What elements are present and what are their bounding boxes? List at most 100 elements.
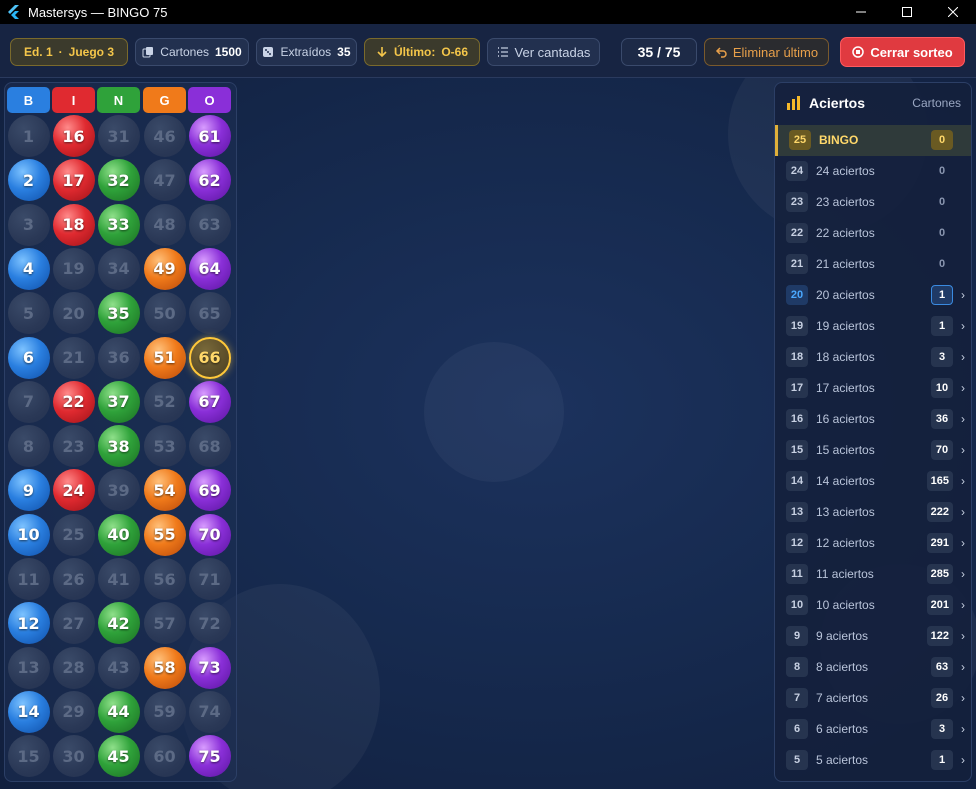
ball-67[interactable]: 67 bbox=[188, 380, 231, 423]
ball-48[interactable]: 48 bbox=[143, 203, 186, 246]
ball-40[interactable]: 40 bbox=[97, 513, 140, 556]
aciertos-row-5[interactable]: 5 5 aciertos 1 › bbox=[775, 745, 971, 776]
aciertos-row-12[interactable]: 12 12 aciertos 291 › bbox=[775, 528, 971, 559]
ball-32[interactable]: 32 bbox=[97, 159, 140, 202]
ball-60[interactable]: 60 bbox=[143, 735, 186, 778]
ball-14[interactable]: 14 bbox=[7, 690, 50, 733]
ball-66[interactable]: 66 bbox=[188, 336, 231, 379]
aciertos-header: Aciertos Cartones bbox=[775, 83, 971, 123]
aciertos-row-20[interactable]: 20 20 aciertos 1 › bbox=[775, 280, 971, 311]
cerrar-sorteo-button[interactable]: Cerrar sorteo bbox=[840, 37, 965, 67]
ball-43[interactable]: 43 bbox=[97, 646, 140, 689]
ball-28[interactable]: 28 bbox=[52, 646, 95, 689]
ball-73[interactable]: 73 bbox=[188, 646, 231, 689]
ball-10[interactable]: 10 bbox=[7, 513, 50, 556]
ball-1[interactable]: 1 bbox=[7, 115, 50, 157]
ball-46[interactable]: 46 bbox=[143, 115, 186, 157]
aciertos-row-16[interactable]: 16 16 aciertos 36 › bbox=[775, 404, 971, 435]
aciertos-row-17[interactable]: 17 17 aciertos 10 › bbox=[775, 373, 971, 404]
ball-56[interactable]: 56 bbox=[143, 558, 186, 600]
ball-53[interactable]: 53 bbox=[143, 425, 186, 468]
ball-42[interactable]: 42 bbox=[97, 602, 140, 645]
ball-69[interactable]: 69 bbox=[188, 469, 231, 512]
ball-36[interactable]: 36 bbox=[97, 336, 140, 379]
ball-75[interactable]: 75 bbox=[188, 735, 231, 778]
aciertos-row-15[interactable]: 15 15 aciertos 70 › bbox=[775, 435, 971, 466]
close-button[interactable] bbox=[930, 0, 976, 24]
ball-44[interactable]: 44 bbox=[97, 690, 140, 733]
minimize-button[interactable] bbox=[838, 0, 884, 24]
ball-35[interactable]: 35 bbox=[97, 292, 140, 335]
ball-15[interactable]: 15 bbox=[7, 735, 50, 778]
aciertos-row-13[interactable]: 13 13 aciertos 222 › bbox=[775, 497, 971, 528]
ball-27[interactable]: 27 bbox=[52, 602, 95, 645]
ball-7[interactable]: 7 bbox=[7, 380, 50, 423]
ball-25[interactable]: 25 bbox=[52, 513, 95, 556]
aciertos-row-9[interactable]: 9 9 aciertos 122 › bbox=[775, 621, 971, 652]
ball-12[interactable]: 12 bbox=[7, 602, 50, 645]
ball-19[interactable]: 19 bbox=[52, 247, 95, 290]
ball-72[interactable]: 72 bbox=[188, 602, 231, 645]
ball-47[interactable]: 47 bbox=[143, 159, 186, 202]
ball-30[interactable]: 30 bbox=[52, 735, 95, 778]
ball-16[interactable]: 16 bbox=[52, 115, 95, 157]
aciertos-row-11[interactable]: 11 11 aciertos 285 › bbox=[775, 559, 971, 590]
aciertos-row-8[interactable]: 8 8 aciertos 63 › bbox=[775, 652, 971, 683]
ball-18[interactable]: 18 bbox=[52, 203, 95, 246]
flutter-logo-icon bbox=[8, 5, 19, 19]
ball-9[interactable]: 9 bbox=[7, 469, 50, 512]
undo-icon bbox=[715, 47, 727, 58]
ball-23[interactable]: 23 bbox=[52, 425, 95, 468]
ball-8[interactable]: 8 bbox=[7, 425, 50, 468]
ball-45[interactable]: 45 bbox=[97, 735, 140, 778]
ball-71[interactable]: 71 bbox=[188, 558, 231, 600]
ball-2[interactable]: 2 bbox=[7, 159, 50, 202]
aciertos-row-18[interactable]: 18 18 aciertos 3 › bbox=[775, 342, 971, 373]
ball-57[interactable]: 57 bbox=[143, 602, 186, 645]
aciertos-row-14[interactable]: 14 14 aciertos 165 › bbox=[775, 466, 971, 497]
ball-54[interactable]: 54 bbox=[143, 469, 186, 512]
ball-63[interactable]: 63 bbox=[188, 203, 231, 246]
ball-74[interactable]: 74 bbox=[188, 690, 231, 733]
ball-5[interactable]: 5 bbox=[7, 292, 50, 335]
aciertos-row-6[interactable]: 6 6 aciertos 3 › bbox=[775, 714, 971, 745]
ball-34[interactable]: 34 bbox=[97, 247, 140, 290]
ball-31[interactable]: 31 bbox=[97, 115, 140, 157]
ball-33[interactable]: 33 bbox=[97, 203, 140, 246]
ball-41[interactable]: 41 bbox=[97, 558, 140, 600]
ball-17[interactable]: 17 bbox=[52, 159, 95, 202]
ball-64[interactable]: 64 bbox=[188, 247, 231, 290]
ball-29[interactable]: 29 bbox=[52, 690, 95, 733]
ball-21[interactable]: 21 bbox=[52, 336, 95, 379]
ball-62[interactable]: 62 bbox=[188, 159, 231, 202]
ball-49[interactable]: 49 bbox=[143, 247, 186, 290]
ball-38[interactable]: 38 bbox=[97, 425, 140, 468]
ball-11[interactable]: 11 bbox=[7, 558, 50, 600]
ver-cantadas-button[interactable]: Ver cantadas bbox=[487, 38, 600, 66]
ball-51[interactable]: 51 bbox=[143, 336, 186, 379]
ball-70[interactable]: 70 bbox=[188, 513, 231, 556]
ball-68[interactable]: 68 bbox=[188, 425, 231, 468]
ball-13[interactable]: 13 bbox=[7, 646, 50, 689]
ball-3[interactable]: 3 bbox=[7, 203, 50, 246]
ball-52[interactable]: 52 bbox=[143, 380, 186, 423]
ball-24[interactable]: 24 bbox=[52, 469, 95, 512]
ball-22[interactable]: 22 bbox=[52, 380, 95, 423]
ball-65[interactable]: 65 bbox=[188, 292, 231, 335]
ball-37[interactable]: 37 bbox=[97, 380, 140, 423]
ball-20[interactable]: 20 bbox=[52, 292, 95, 335]
ball-58[interactable]: 58 bbox=[143, 646, 186, 689]
aciertos-row-10[interactable]: 10 10 aciertos 201 › bbox=[775, 590, 971, 621]
ball-55[interactable]: 55 bbox=[143, 513, 186, 556]
ball-26[interactable]: 26 bbox=[52, 558, 95, 600]
aciertos-row-7[interactable]: 7 7 aciertos 26 › bbox=[775, 683, 971, 714]
ball-50[interactable]: 50 bbox=[143, 292, 186, 335]
ball-61[interactable]: 61 bbox=[188, 115, 231, 157]
ball-6[interactable]: 6 bbox=[7, 336, 50, 379]
eliminar-ultimo-button[interactable]: Eliminar último bbox=[704, 38, 829, 66]
aciertos-row-19[interactable]: 19 19 aciertos 1 › bbox=[775, 311, 971, 342]
ball-59[interactable]: 59 bbox=[143, 690, 186, 733]
ball-39[interactable]: 39 bbox=[97, 469, 140, 512]
maximize-button[interactable] bbox=[884, 0, 930, 24]
ball-4[interactable]: 4 bbox=[7, 247, 50, 290]
